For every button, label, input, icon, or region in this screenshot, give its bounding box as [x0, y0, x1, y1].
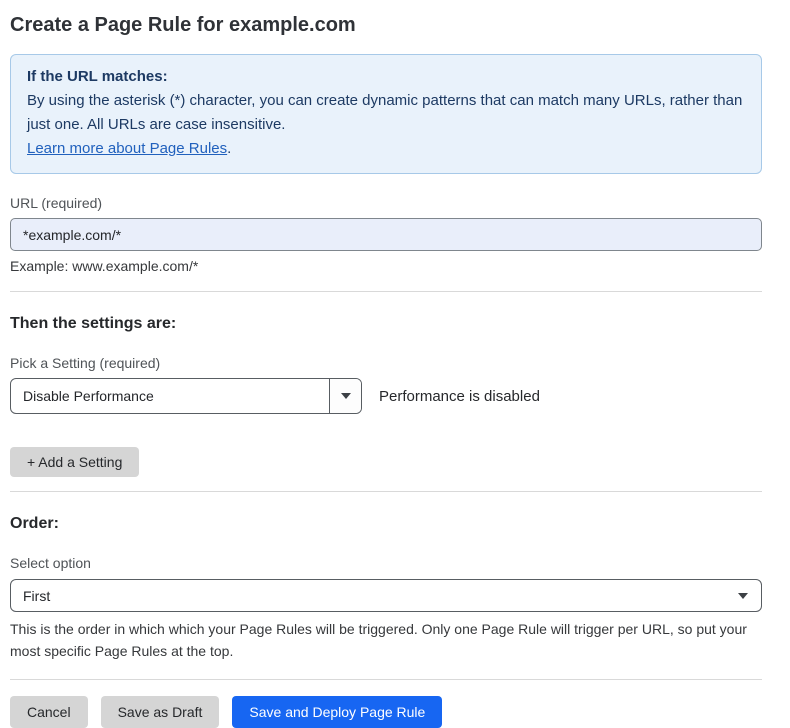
settings-heading: Then the settings are:	[10, 314, 762, 334]
url-match-info-box: If the URL matches: By using the asteris…	[10, 54, 762, 174]
triangle-down-icon	[341, 393, 351, 399]
learn-more-link[interactable]: Learn more about Page Rules	[27, 140, 227, 157]
footer-actions: Cancel Save as Draft Save and Deploy Pag…	[10, 696, 762, 728]
order-dropdown[interactable]: First	[10, 579, 762, 612]
url-example-text: Example: www.example.com/*	[10, 257, 762, 275]
create-page-rule-form: Create a Page Rule for example.com If th…	[0, 0, 790, 728]
add-setting-button[interactable]: + Add a Setting	[10, 447, 139, 477]
order-dropdown-value: First	[11, 588, 738, 604]
info-box-body: By using the asterisk (*) character, you…	[27, 89, 745, 137]
info-box-link-line: Learn more about Page Rules.	[27, 137, 745, 161]
pick-setting-label: Pick a Setting (required)	[10, 355, 762, 371]
order-description: This is the order in which which your Pa…	[10, 618, 758, 662]
url-input[interactable]	[10, 218, 762, 251]
divider	[10, 491, 762, 492]
triangle-down-icon	[738, 593, 748, 599]
url-label: URL (required)	[10, 195, 762, 211]
setting-status-text: Performance is disabled	[379, 388, 540, 405]
info-box-heading: If the URL matches:	[27, 65, 745, 89]
divider	[10, 679, 762, 680]
order-heading: Order:	[10, 514, 762, 534]
chevron-down-icon[interactable]	[329, 379, 361, 413]
save-and-deploy-button[interactable]: Save and Deploy Page Rule	[232, 696, 442, 728]
setting-row: Disable Performance Performance is disab…	[10, 378, 762, 414]
cancel-button[interactable]: Cancel	[10, 696, 88, 728]
save-as-draft-button[interactable]: Save as Draft	[101, 696, 220, 728]
link-period: .	[227, 140, 231, 157]
divider	[10, 291, 762, 292]
page-title: Create a Page Rule for example.com	[10, 12, 762, 38]
setting-dropdown[interactable]: Disable Performance	[10, 378, 362, 414]
setting-dropdown-value: Disable Performance	[11, 388, 329, 404]
order-select-label: Select option	[10, 555, 762, 571]
